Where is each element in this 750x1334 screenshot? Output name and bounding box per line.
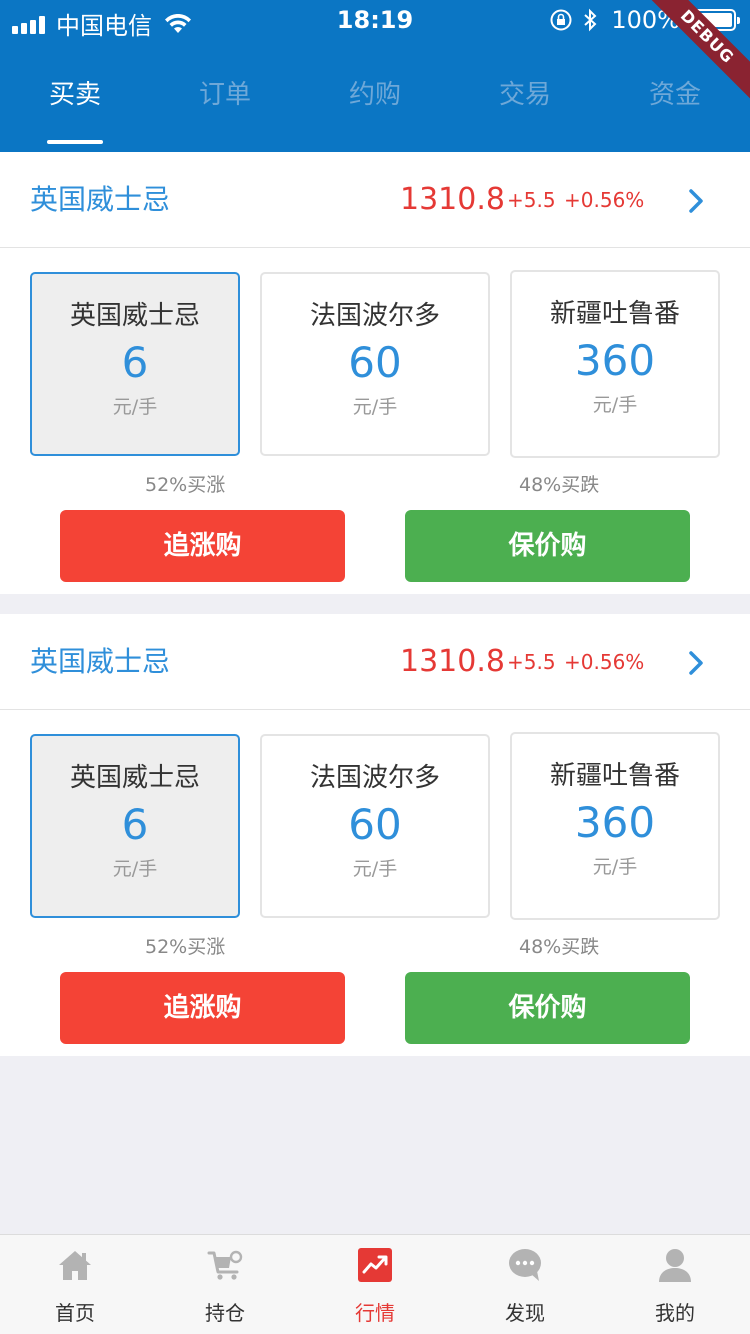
home-icon <box>59 1251 91 1280</box>
orientation-lock-icon <box>550 9 572 31</box>
product-header-row[interactable]: 英国威士忌 1310.8 +5.5 +0.56% <box>0 614 750 710</box>
top-tabs: 买卖 订单 约购 交易 资金 <box>0 60 750 152</box>
buy-up-ratio: 52%买涨 <box>145 936 226 958</box>
nav-label: 我的 <box>655 1301 695 1325</box>
nav-item-home[interactable]: 首页 <box>0 1235 150 1334</box>
nav-label: 行情 <box>355 1301 395 1325</box>
tab-buy-sell[interactable]: 买卖 <box>0 60 150 152</box>
buy-down-button[interactable]: 保价购 <box>405 972 690 1044</box>
user-icon <box>659 1249 691 1282</box>
buy-down-ratio: 48%买跌 <box>519 936 600 958</box>
option-card-bordeaux[interactable]: 法国波尔多 60 元/手 <box>260 272 490 456</box>
option-name: 新疆吐鲁番 <box>549 299 680 329</box>
option-card-whisky[interactable]: 英国威士忌 6 元/手 <box>30 734 240 918</box>
option-unit: 元/手 <box>112 396 158 418</box>
product-card: 英国威士忌 1310.8 +5.5 +0.56% 英国威士忌 6 元/手 法国波… <box>0 614 750 1056</box>
option-price: 60 <box>348 800 402 849</box>
product-price: 1310.8 <box>400 182 505 217</box>
buy-up-ratio: 52%买涨 <box>145 474 226 496</box>
nav-item-positions[interactable]: 持仓 <box>150 1235 300 1334</box>
status-bar: 中国电信 18:19 100% DEBUG <box>0 0 750 107</box>
bottom-nav: 首页 持仓 行情 发现 我的 <box>0 1234 750 1334</box>
tab-reservations[interactable]: 约购 <box>300 60 450 152</box>
option-name: 英国威士忌 <box>69 301 200 331</box>
price-change-percent: +0.56% <box>564 188 645 212</box>
chevron-right-icon[interactable] <box>686 650 706 676</box>
nav-label: 发现 <box>505 1301 545 1325</box>
option-price: 6 <box>121 338 149 387</box>
option-unit: 元/手 <box>112 858 158 880</box>
option-name: 英国威士忌 <box>69 763 200 793</box>
nav-item-me[interactable]: 我的 <box>600 1235 750 1334</box>
option-name: 法国波尔多 <box>309 763 440 793</box>
product-price: 1310.8 <box>400 644 505 679</box>
option-unit: 元/手 <box>352 858 398 880</box>
product-header-row[interactable]: 英国威士忌 1310.8 +5.5 +0.56% <box>0 152 750 248</box>
nav-item-discover[interactable]: 发现 <box>450 1235 600 1334</box>
bluetooth-icon <box>584 8 597 32</box>
product-name: 英国威士忌 <box>30 183 171 216</box>
price-change-percent: +0.56% <box>564 650 645 674</box>
option-unit: 元/手 <box>352 396 398 418</box>
option-unit: 元/手 <box>592 394 638 416</box>
option-card-bordeaux[interactable]: 法国波尔多 60 元/手 <box>260 734 490 918</box>
nav-label: 首页 <box>55 1301 95 1325</box>
tab-trades[interactable]: 交易 <box>450 60 600 152</box>
price-change: +5.5 <box>507 188 556 212</box>
option-price: 360 <box>574 798 656 847</box>
option-name: 法国波尔多 <box>309 301 440 331</box>
tab-funds[interactable]: 资金 <box>600 60 750 152</box>
option-unit: 元/手 <box>592 856 638 878</box>
app-header: 中国电信 18:19 100% DEBUG 买卖 订单 约购 交易 资金 <box>0 0 750 152</box>
buy-up-button[interactable]: 追涨购 <box>60 972 345 1044</box>
option-price: 60 <box>348 338 402 387</box>
tab-orders[interactable]: 订单 <box>150 60 300 152</box>
product-name: 英国威士忌 <box>30 645 171 678</box>
nav-item-market[interactable]: 行情 <box>300 1235 450 1334</box>
buy-down-button[interactable]: 保价购 <box>405 510 690 582</box>
product-card: 英国威士忌 1310.8 +5.5 +0.56% 英国威士忌 6 元/手 法国波… <box>0 152 750 594</box>
buy-up-button[interactable]: 追涨购 <box>60 510 345 582</box>
option-card-turpan[interactable]: 新疆吐鲁番 360 元/手 <box>510 732 720 920</box>
option-price: 360 <box>574 336 656 385</box>
buy-down-ratio: 48%买跌 <box>519 474 600 496</box>
chat-bubble-icon <box>509 1249 541 1281</box>
option-price: 6 <box>121 800 149 849</box>
option-card-whisky[interactable]: 英国威士忌 6 元/手 <box>30 272 240 456</box>
cart-icon <box>207 1250 243 1280</box>
nav-label: 持仓 <box>205 1301 245 1325</box>
price-change: +5.5 <box>507 650 556 674</box>
option-name: 新疆吐鲁番 <box>549 761 680 791</box>
chart-icon <box>358 1248 392 1282</box>
option-card-turpan[interactable]: 新疆吐鲁番 360 元/手 <box>510 270 720 458</box>
chevron-right-icon[interactable] <box>686 188 706 214</box>
